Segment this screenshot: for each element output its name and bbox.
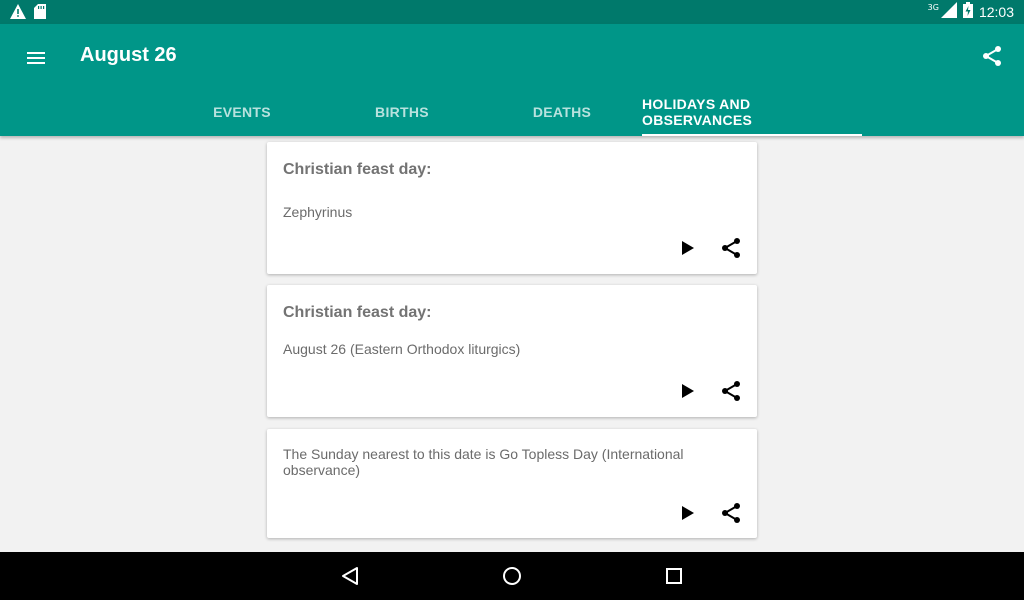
tab-births[interactable]: BIRTHS bbox=[322, 88, 482, 136]
navigation-bar bbox=[0, 552, 1024, 600]
status-time: 12:03 bbox=[978, 4, 1014, 20]
holiday-card: The Sunday nearest to this date is Go To… bbox=[267, 429, 757, 538]
home-icon[interactable] bbox=[500, 564, 524, 588]
share-icon[interactable] bbox=[719, 501, 743, 525]
card-title: Christian feast day: bbox=[283, 304, 432, 321]
battery-icon bbox=[962, 2, 973, 22]
share-icon[interactable] bbox=[719, 236, 743, 260]
share-icon[interactable] bbox=[719, 379, 743, 403]
holiday-card: Christian feast day: August 26 (Eastern … bbox=[267, 285, 757, 417]
share-icon[interactable] bbox=[980, 44, 1004, 68]
app-bar: August 26 EVENTS BIRTHS DEATHS HOLIDAYS … bbox=[0, 24, 1024, 136]
network-type: 3G bbox=[927, 2, 939, 12]
hamburger-menu-icon[interactable] bbox=[24, 46, 48, 70]
status-bar: 3G 12:03 bbox=[0, 0, 1024, 24]
back-icon[interactable] bbox=[338, 564, 362, 588]
card-text: Zephyrinus bbox=[283, 204, 353, 220]
tab-deaths[interactable]: DEATHS bbox=[482, 88, 642, 136]
card-title: Christian feast day: bbox=[283, 161, 432, 178]
signal-icon bbox=[940, 2, 957, 22]
card-text: The Sunday nearest to this date is Go To… bbox=[283, 446, 684, 478]
play-icon[interactable] bbox=[675, 379, 699, 403]
card-text: August 26 (Eastern Orthodox liturgics) bbox=[283, 341, 521, 357]
page-title: August 26 bbox=[80, 44, 177, 66]
warning-icon bbox=[10, 4, 26, 23]
tab-events[interactable]: EVENTS bbox=[162, 88, 322, 136]
tab-bar: EVENTS BIRTHS DEATHS HOLIDAYS AND OBSERV… bbox=[162, 88, 862, 136]
play-icon[interactable] bbox=[675, 501, 699, 525]
holidays-list[interactable]: Christian feast day: Zephyrinus Christia… bbox=[0, 136, 1024, 552]
tab-holidays-and-observances[interactable]: HOLIDAYS AND OBSERVANCES bbox=[642, 88, 862, 136]
recents-icon[interactable] bbox=[662, 564, 686, 588]
play-icon[interactable] bbox=[675, 236, 699, 260]
sd-card-icon bbox=[34, 4, 46, 23]
holiday-card: Christian feast day: Zephyrinus bbox=[267, 142, 757, 274]
